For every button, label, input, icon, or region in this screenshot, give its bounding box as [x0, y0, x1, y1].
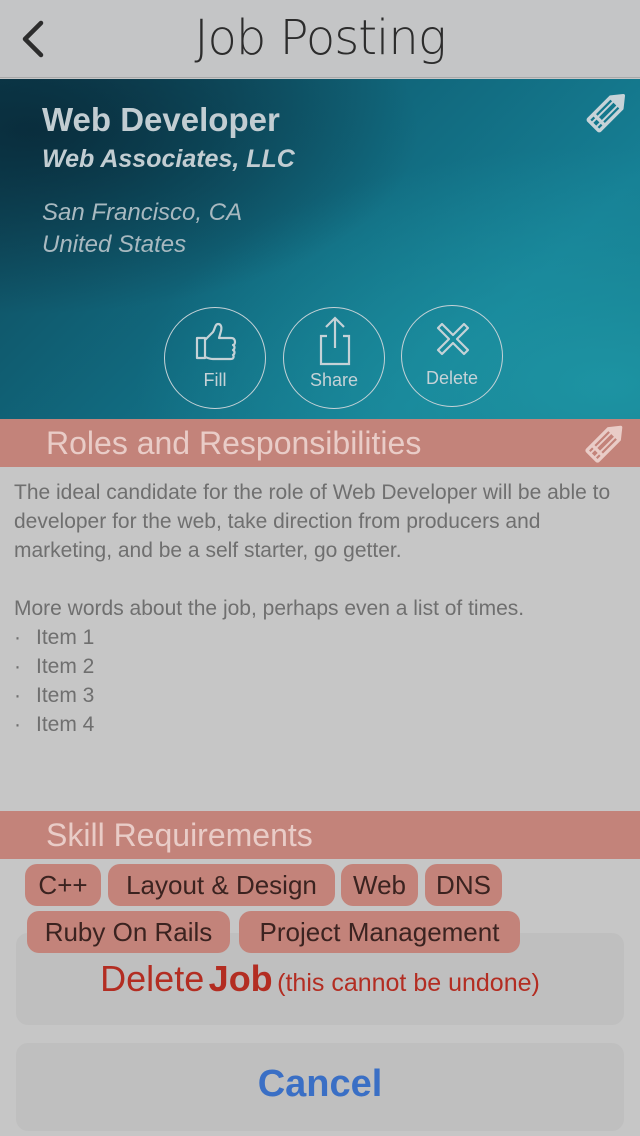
roles-heading: Roles and Responsibilities: [46, 425, 422, 461]
share-icon: [319, 316, 351, 366]
nav-bar: Job Posting: [0, 0, 640, 78]
delete-job-label: Delete Job (this cannot be undone): [100, 958, 540, 999]
roles-paragraph: More words about the job, perhaps even a…: [14, 597, 525, 620]
fill-button[interactable]: Fill: [164, 307, 266, 409]
delete-label: Delete: [425, 368, 479, 388]
page-title: Job Posting: [194, 10, 446, 66]
delete-button[interactable]: Delete: [401, 305, 503, 407]
list-item: · Item 1: [14, 626, 95, 649]
job-country: United States: [42, 231, 187, 258]
company-name: Web Associates, LLC: [42, 145, 295, 173]
skill-chip[interactable]: C++: [25, 864, 101, 906]
close-icon: [436, 322, 470, 356]
list-item: · Item 4: [14, 713, 95, 736]
job-header-card: Web Developer Web Associates, LLC San Fr…: [0, 79, 640, 419]
fill-label: Fill: [203, 370, 227, 390]
cancel-label: Cancel: [257, 1063, 383, 1105]
thumbs-up-icon: [195, 322, 237, 361]
pencil-icon: [585, 425, 623, 463]
skills-section-header: Skill Requirements: [0, 811, 640, 859]
roles-paragraph: The ideal candidate for the role of Web …: [14, 481, 611, 562]
skills-heading: Skill Requirements: [46, 817, 313, 853]
job-title: Web Developer: [42, 101, 280, 138]
cancel-button[interactable]: Cancel: [16, 1043, 624, 1131]
skill-chip[interactable]: Project Management: [239, 911, 520, 953]
list-item: · Item 2: [14, 655, 95, 678]
skill-chip[interactable]: DNS: [425, 864, 502, 906]
skill-chip[interactable]: Web: [341, 864, 418, 906]
job-city: San Francisco, CA: [42, 199, 243, 226]
roles-description: The ideal candidate for the role of Web …: [14, 478, 630, 739]
share-button[interactable]: Share: [283, 307, 385, 409]
edit-job-button[interactable]: [582, 87, 632, 137]
list-item: · Item 3: [14, 684, 95, 707]
skill-chip[interactable]: Layout & Design: [108, 864, 335, 906]
roles-section-header: Roles and Responsibilities: [0, 419, 640, 467]
share-label: Share: [309, 370, 359, 390]
pencil-icon: [586, 93, 626, 133]
edit-roles-button[interactable]: [580, 419, 630, 467]
skill-chip[interactable]: Ruby On Rails: [27, 911, 230, 953]
